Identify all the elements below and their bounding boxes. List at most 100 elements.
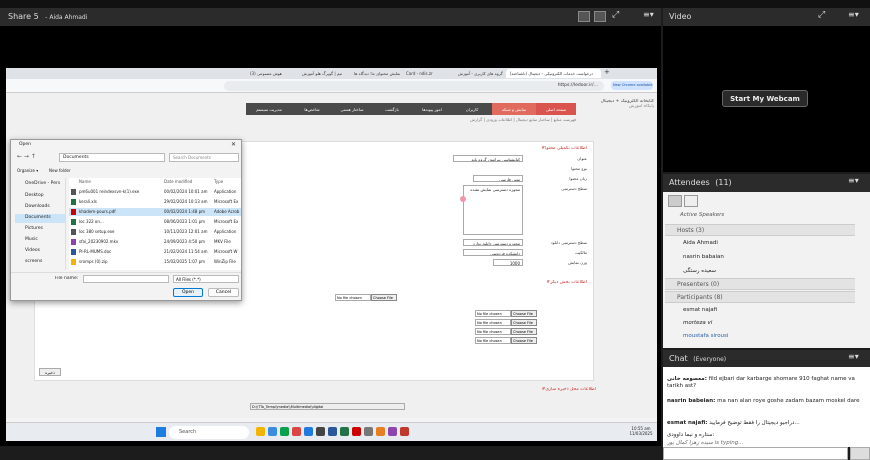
attendee-participant[interactable]: morteza vi [665, 317, 855, 330]
open-button[interactable]: Open [173, 288, 203, 297]
list-view-icon[interactable] [668, 195, 682, 207]
cancel-button[interactable]: Cancel [208, 288, 239, 297]
file-row[interactable]: loc 380 setup.exe 10/11/2023 12:01 am Appl… [69, 228, 241, 236]
close-icon[interactable]: ✕ [231, 141, 236, 148]
expand-icon[interactable]: ⤢ [818, 10, 825, 20]
pod-menu-icon[interactable]: ≡▾ [848, 176, 859, 185]
download-access-select[interactable]: مجوزه دسترسی دانلود ندارد [463, 239, 523, 246]
nav-item-home[interactable]: صفحه اصلی [536, 103, 576, 115]
chrome-update-notice[interactable]: New Chrome available [611, 81, 653, 90]
taskbar-app-icon[interactable] [316, 427, 325, 436]
word-icon[interactable] [328, 427, 337, 436]
owner-select[interactable]: دانشکده فردوسی [463, 249, 523, 256]
taskbar-app-icon[interactable] [364, 427, 373, 436]
taskbar-clock[interactable]: 10:55 am 11/03/2025 [626, 426, 656, 439]
choose-file-button[interactable]: Choose File [371, 294, 397, 301]
file-row[interactable]: sfai_20230902.mkv 24/09/2023 4:50 pm MKV F… [69, 238, 241, 246]
start-webcam-button[interactable]: Start My Webcam [722, 90, 808, 107]
storage-path[interactable]: D:\\TTo_Temp\\media\\Multimedia\\digital [250, 403, 405, 410]
dialog-path[interactable]: Documents [59, 153, 165, 162]
file-row[interactable]: loc 322 on... 08/06/2023 1:01 pm Microsoft… [69, 218, 241, 226]
nav-item[interactable]: بازگشت [372, 103, 412, 115]
choose-file-button[interactable]: Choose File [511, 337, 537, 344]
file-icon [71, 209, 76, 215]
taskbar-search[interactable]: Search [169, 426, 249, 439]
access-listbox[interactable]: مجوزه دسترسی نمایش نشده [463, 185, 523, 235]
pod-menu-icon[interactable]: ≡▾ [848, 352, 859, 361]
choose-file-button[interactable]: Choose File [511, 328, 537, 335]
attendee-participant[interactable]: moustafa sirousi [665, 330, 855, 343]
browser-tab-active[interactable]: درخواست خدمات الکترونیکی - دیجیتال (ناشن… [506, 69, 601, 78]
hosts-section[interactable]: Hosts (3) [665, 224, 855, 236]
pod-menu-icon[interactable]: ≡▾ [643, 10, 654, 19]
attendee-host[interactable]: سعیده رستگی [665, 265, 855, 278]
organize-menu[interactable]: Organize ▾ [17, 168, 38, 173]
new-folder-button[interactable]: New folder [49, 168, 71, 173]
dialog-search[interactable]: Search Documents [169, 153, 239, 162]
file-row[interactable]: khadem-pours.pdf 00/02/2024 1:48 pm Adobe … [69, 208, 241, 217]
weight-input[interactable]: 1000 [493, 259, 523, 266]
acrobat-icon[interactable] [352, 427, 361, 436]
file-row[interactable]: kerali.xls 29/02/2024 10:13 am Microsoft E… [69, 198, 241, 206]
url-field[interactable]: https://ledoor.ir/... [224, 81, 604, 91]
attendee-participant[interactable]: esmat najafi [665, 304, 855, 317]
chat-input[interactable] [663, 447, 848, 460]
nav-item[interactable]: نمایش و شبکه [492, 103, 536, 115]
taskbar-app-icon[interactable] [268, 427, 277, 436]
sidebar-item-documents[interactable]: Documents [15, 214, 65, 223]
taskbar-app-icon[interactable] [376, 427, 385, 436]
title-input[interactable]: کتابشناسی بیرامون گروه پایه [453, 155, 523, 162]
sidebar-item-music[interactable]: Music [15, 236, 65, 245]
sidebar-item-onedrive[interactable]: OneDrive - Pers [15, 180, 65, 189]
choose-file-button[interactable]: Choose File [511, 319, 537, 326]
taskbar-app-icon[interactable] [280, 427, 289, 436]
browser-tab[interactable]: Card - ndis.zr [402, 69, 452, 78]
new-tab-icon[interactable]: + [604, 68, 610, 76]
taskbar-app-icon[interactable] [388, 427, 397, 436]
nav-item[interactable]: ساختار هستی [332, 103, 372, 115]
attendee-host[interactable]: Aida Ahmadi [665, 237, 855, 250]
column-header[interactable]: Date modified [164, 179, 209, 186]
sidebar-item-pictures[interactable]: Pictures [15, 225, 65, 234]
nav-item[interactable]: شاخص‌ها [292, 103, 332, 115]
back-icon[interactable]: ← → ↑ [17, 153, 36, 160]
taskbar-app-icon[interactable] [304, 427, 313, 436]
taskbar-app-icon[interactable] [400, 427, 409, 436]
browser-tab[interactable]: گروه های کاربری - آموزش [454, 69, 504, 78]
windows-start-icon[interactable] [156, 427, 166, 437]
file-row[interactable]: pm6u001 reindexsvn-k(1).exe 00/02/2024 10… [69, 188, 241, 196]
browser-tab[interactable]: نمایش محتوای ما: دیدگاه ها [350, 69, 400, 78]
send-icon[interactable] [850, 447, 870, 460]
attendee-options-icon[interactable] [684, 195, 698, 207]
chrome-icon[interactable] [292, 427, 301, 436]
browser-tab[interactable]: تیم | گوپرگ هلو آموزش [298, 69, 348, 78]
attendee-host[interactable]: nasrin babaian [665, 251, 855, 264]
filename-input[interactable] [83, 275, 169, 283]
sidebar-item-desktop[interactable]: Desktop [15, 192, 65, 201]
presenters-section[interactable]: Presenters (0) [665, 278, 855, 290]
nav-item[interactable]: مدیریت سیستم [246, 103, 292, 115]
participants-section[interactable]: Participants (8) [665, 291, 855, 303]
column-header[interactable]: Type [214, 179, 241, 186]
filetype-select[interactable]: All Files (*.*) [173, 275, 239, 283]
save-button[interactable]: ذخیره [39, 368, 61, 376]
sidebar-item-screens[interactable]: screens [15, 258, 65, 267]
pod-menu-icon[interactable]: ≡▾ [848, 10, 859, 19]
nav-item[interactable]: کاربران [452, 103, 492, 115]
file-row[interactable]: sromps (0).zip 15/02/2025 1:07 pm WinZip F… [69, 258, 241, 266]
choose-file-button[interactable]: Choose File [511, 310, 537, 317]
nav-item[interactable]: امور پیوندها [412, 103, 452, 115]
fit-width-icon[interactable] [578, 11, 590, 22]
expand-icon[interactable]: ⤢ [612, 10, 619, 20]
sidebar-item-downloads[interactable]: Downloads [15, 203, 65, 212]
file-row[interactable]: PI-RL-MUMS.doc 21/02/2024 11:54 am Microso… [69, 248, 241, 256]
field-label: وزن نمایش [568, 260, 587, 265]
language-select[interactable]: متنی فارسی [473, 175, 523, 182]
browser-tab[interactable]: (3) هوش مصنوعی [246, 69, 296, 78]
file-explorer-icon[interactable] [256, 427, 265, 436]
sidebar-item-videos[interactable]: Videos [15, 247, 65, 256]
fullscreen-view-icon[interactable] [594, 11, 606, 22]
file-name: PI-RL-MUMS.doc [79, 249, 112, 254]
excel-icon[interactable] [340, 427, 349, 436]
column-header[interactable]: Name [79, 179, 159, 186]
